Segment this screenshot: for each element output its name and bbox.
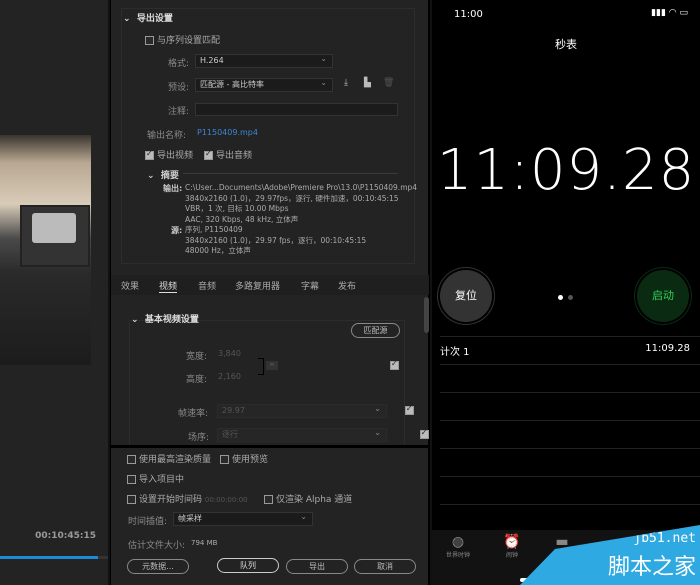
- tab-captions[interactable]: 字幕: [301, 279, 319, 292]
- metadata-button[interactable]: 元数据...: [127, 559, 189, 574]
- format-label: 格式:: [168, 59, 190, 69]
- preset-select[interactable]: 匹配源 - 高比特率: [195, 77, 333, 92]
- page-dot[interactable]: [568, 295, 573, 300]
- fps-select[interactable]: 29.97: [217, 403, 387, 418]
- filesize-value: 794 MB: [191, 539, 218, 547]
- fps-label: 帧速率:: [178, 409, 209, 419]
- tab-video[interactable]: 视频: [159, 279, 178, 293]
- max-quality-checkbox[interactable]: 使用最高渲染质量: [127, 452, 211, 465]
- import-preset-icon[interactable]: ▙: [364, 78, 371, 88]
- start-timecode-checkbox[interactable]: 设置开始时间码 00:00:00:00: [127, 492, 248, 505]
- source-summary-label: 源:: [171, 226, 183, 235]
- delete-preset-icon[interactable]: 🗑: [383, 78, 394, 88]
- start-button[interactable]: 启动: [637, 270, 689, 322]
- export-button[interactable]: 导出: [286, 559, 348, 574]
- export-audio-checkbox[interactable]: 导出音频: [204, 148, 252, 161]
- width-label: 宽度:: [186, 352, 208, 362]
- summary-toggle[interactable]: ⌄ 摘要: [147, 168, 179, 181]
- use-preview-checkbox[interactable]: 使用预览: [220, 452, 268, 465]
- section-title: 导出设置: [136, 14, 173, 24]
- reset-button[interactable]: 复位: [440, 270, 492, 322]
- match-source-button[interactable]: 匹配源: [351, 323, 400, 338]
- source-summary: 序列, P1150409 3840x2160 (1.0)，29.97 fps，逐行…: [185, 225, 367, 255]
- alpha-only-checkbox[interactable]: 仅渲染 Alpha 通道: [264, 492, 352, 505]
- width-height-checkbox[interactable]: [390, 359, 399, 370]
- preset-label: 预设:: [168, 83, 190, 93]
- match-sequence-checkbox[interactable]: 与序列设置匹配: [145, 33, 220, 46]
- lap-label: 计次 1: [440, 347, 470, 358]
- height-value[interactable]: 2,160: [218, 372, 241, 381]
- globe-icon: ◍: [451, 534, 465, 550]
- field-order-checkbox[interactable]: [419, 428, 429, 439]
- timeline-progress[interactable]: [0, 556, 98, 559]
- output-name-label: 输出名称:: [147, 131, 187, 141]
- filesize-label: 估计文件大小:: [128, 541, 186, 551]
- queue-button[interactable]: 队列: [217, 558, 279, 573]
- scrollbar[interactable]: [424, 297, 429, 333]
- format-select[interactable]: H.264: [195, 53, 333, 68]
- save-preset-icon[interactable]: ⤓: [344, 78, 348, 88]
- alarm-icon: ⏰: [503, 534, 521, 550]
- page-dot-active[interactable]: [558, 295, 563, 300]
- field-order-label: 场序:: [188, 433, 210, 443]
- link-icon[interactable]: ∞: [266, 361, 278, 370]
- status-icons: ▮▮▮ ◠ ▭: [651, 8, 688, 18]
- import-project-checkbox[interactable]: 导入项目中: [127, 472, 184, 485]
- width-value[interactable]: 3,840: [218, 349, 241, 358]
- tab-effects[interactable]: 效果: [121, 279, 139, 292]
- comment-label: 注释:: [168, 107, 190, 117]
- height-label: 高度:: [186, 375, 208, 385]
- stopwatch-app: 11:00 ▮▮▮ ◠ ▭ 秒表 11:09.28 复位 启动 计次 1 11:…: [432, 0, 700, 585]
- interp-select[interactable]: 帧采样: [173, 511, 313, 526]
- tab-alarm[interactable]: ⏰ 闹钟: [494, 534, 530, 559]
- page-title: 秒表: [555, 38, 577, 51]
- export-video-checkbox[interactable]: 导出视频: [145, 148, 193, 161]
- timecode: 00:10:45:15: [35, 531, 96, 541]
- fps-checkbox[interactable]: [404, 404, 414, 415]
- basic-video-toggle[interactable]: ⌄ 基本视频设置: [131, 312, 199, 325]
- field-order-select[interactable]: 逐行: [217, 427, 387, 442]
- tab-bar: 效果 视频 音频 多路复用器 字幕 发布: [111, 275, 429, 295]
- tab-world-clock[interactable]: ◍ 世界时钟: [440, 534, 476, 559]
- source-monitor-panel: 00:10:45:15: [0, 0, 108, 585]
- interp-label: 时间插值:: [128, 517, 168, 527]
- output-summary-label: 输出:: [163, 184, 183, 193]
- video-preview: [0, 135, 91, 365]
- export-settings-panel: ⌄ 导出设置 与序列设置匹配 格式: H.264 预设: 匹配源 - 高比特率 …: [110, 0, 430, 585]
- output-summary: C:\User...Documents\Adobe\Premiere Pro\1…: [185, 183, 418, 224]
- lap-time: 11:09.28: [645, 343, 690, 354]
- tab-publish[interactable]: 发布: [338, 279, 356, 292]
- stopwatch-time: 11:09.28: [436, 138, 696, 203]
- chevron-down-icon: ⌄: [123, 14, 131, 24]
- comment-input[interactable]: [195, 103, 398, 116]
- cancel-button[interactable]: 取消: [354, 559, 416, 574]
- tab-multiplexer[interactable]: 多路复用器: [235, 279, 280, 292]
- export-settings-toggle[interactable]: ⌄ 导出设置: [123, 11, 173, 24]
- tab-audio[interactable]: 音频: [198, 279, 216, 292]
- output-name-link[interactable]: P1150409.mp4: [197, 128, 258, 137]
- status-clock: 11:00: [454, 9, 483, 20]
